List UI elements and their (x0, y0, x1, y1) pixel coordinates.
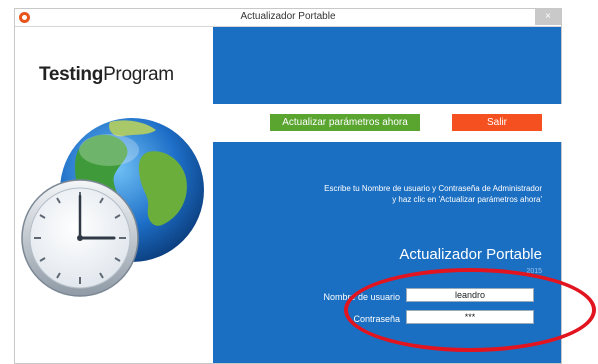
exit-button[interactable]: Salir (452, 114, 542, 131)
title-bar: Actualizador Portable × (15, 9, 561, 27)
window-title: Actualizador Portable (240, 11, 336, 22)
close-button[interactable]: × (535, 9, 561, 25)
globe-clock-icon (21, 118, 204, 297)
password-label: Contraseña (353, 314, 400, 324)
username-field[interactable]: leandro (406, 288, 534, 302)
password-field[interactable]: *** (406, 310, 534, 324)
instructions-line-1: Escribe tu Nombre de usuario y Contraseñ… (324, 184, 542, 193)
panel-heading: Actualizador Portable (399, 246, 542, 263)
clock-center (77, 235, 83, 241)
instructions-line-2: y haz clic en 'Actualizar parámetros aho… (392, 195, 542, 204)
username-label: Nombre de usuario (323, 292, 400, 302)
panel-year: 2015 (526, 268, 542, 275)
brand-logo-regular: Program (103, 64, 174, 85)
brand-logo-bold: Testing (39, 64, 104, 85)
brand-logo: TestingProgram (39, 64, 174, 86)
update-parameters-button[interactable]: Actualizar parámetros ahora (270, 114, 420, 131)
globe-highlight (79, 134, 139, 166)
instructions-text: Escribe tu Nombre de usuario y Contraseñ… (224, 183, 542, 205)
